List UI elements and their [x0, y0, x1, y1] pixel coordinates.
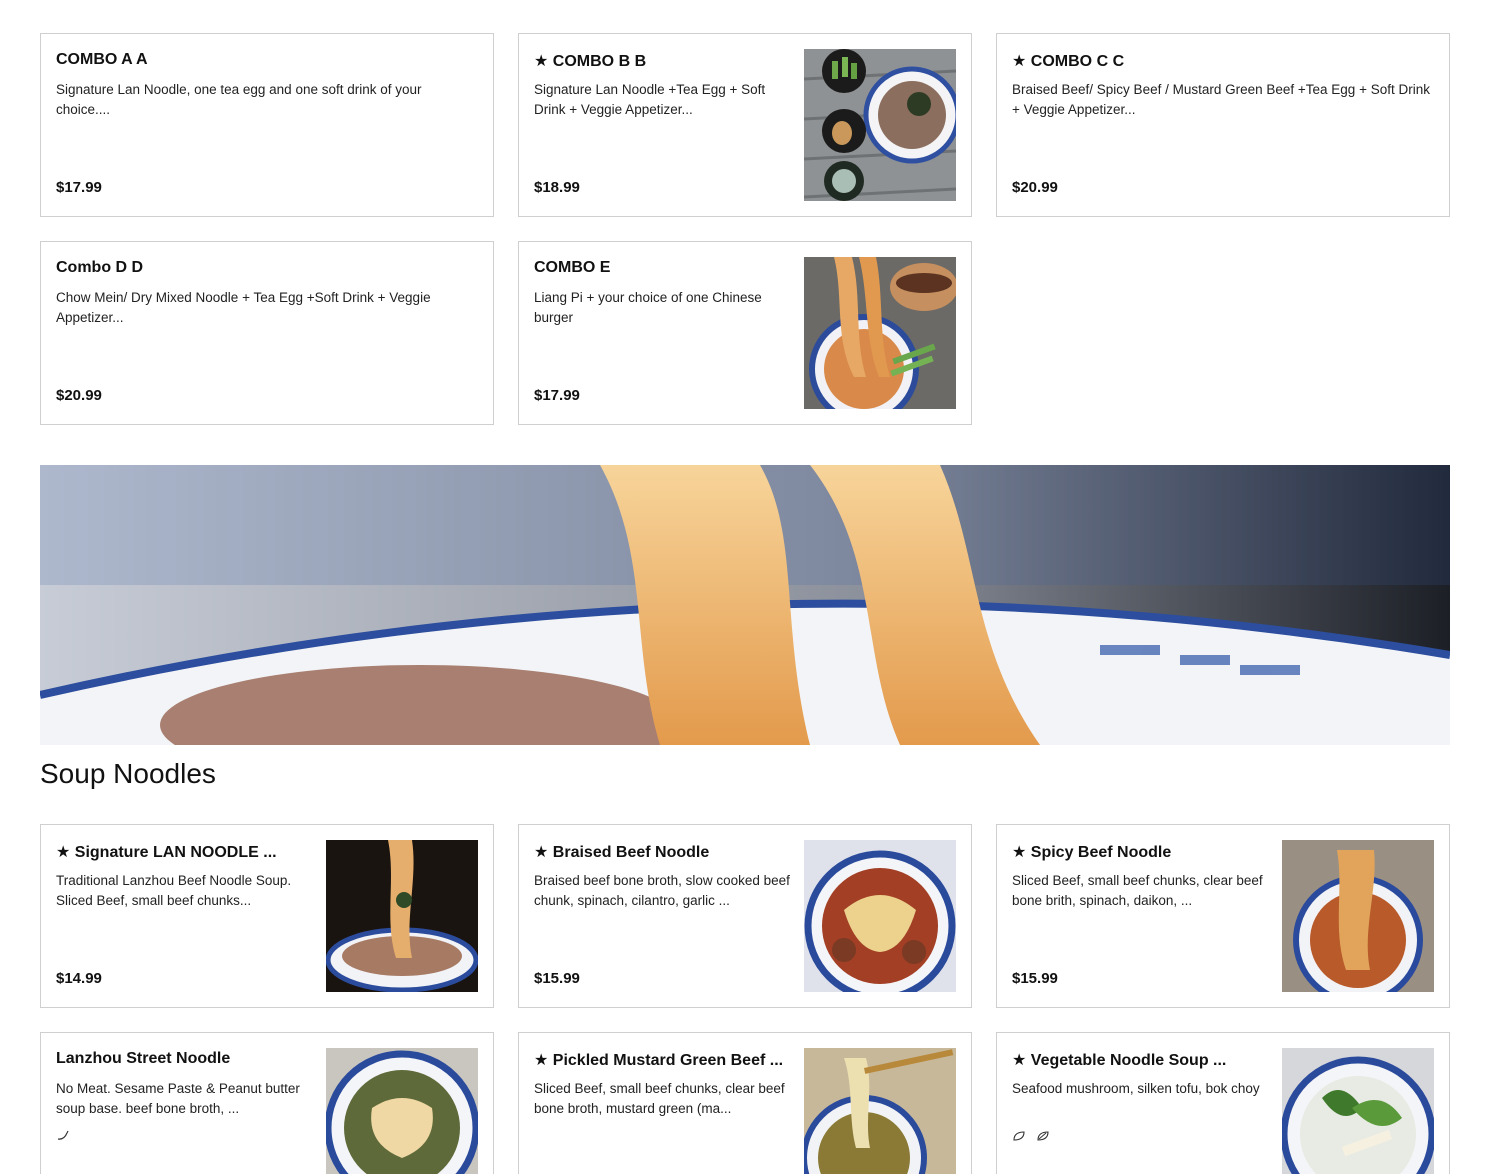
menu-item-combo-d[interactable]: Combo D D Chow Mein/ Dry Mixed Noodle + …	[40, 241, 494, 425]
soup-noodles-grid: ★ Signature LAN NOODLE ... Traditional L…	[40, 824, 1450, 1174]
menu-item-vegetable-noodle-soup[interactable]: ★ Vegetable Noodle Soup ... Seafood mush…	[996, 1032, 1450, 1174]
street-noodle-photo	[326, 1048, 478, 1174]
noodle-banner-photo	[40, 465, 1450, 745]
menu-item-combo-c[interactable]: ★ COMBO C C Braised Beef/ Spicy Beef / M…	[996, 33, 1450, 217]
item-description: Braised Beef/ Spicy Beef / Mustard Green…	[1012, 82, 1430, 117]
item-title: ★ Signature LAN NOODLE ...	[56, 844, 277, 861]
item-title: Combo D D	[56, 259, 144, 276]
item-description: Seafood mushroom, silken tofu, bok choy	[1012, 1081, 1260, 1096]
vegetable-noodle-photo	[1282, 1048, 1434, 1174]
item-description: Liang Pi + your choice of one Chinese bu…	[534, 290, 762, 325]
item-price: $15.99	[1012, 970, 1058, 987]
item-description: Signature Lan Noodle +Tea Egg + Soft Dri…	[534, 82, 766, 117]
item-description: Signature Lan Noodle, one tea egg and on…	[56, 82, 422, 117]
section-title-soup-noodles: Soup Noodles	[40, 758, 216, 789]
menu-item-pickled-mustard-green-beef[interactable]: ★ Pickled Mustard Green Beef ... Sliced …	[518, 1032, 972, 1174]
item-price: $20.99	[1012, 179, 1058, 196]
menu-item-combo-b[interactable]: ★ COMBO B B Signature Lan Noodle +Tea Eg…	[518, 33, 972, 217]
signature-noodle-photo	[326, 840, 478, 992]
item-description: Chow Mein/ Dry Mixed Noodle + Tea Egg +S…	[56, 290, 431, 325]
item-title: ★ COMBO C C	[1012, 53, 1125, 70]
item-description: Sliced Beef, small beef chunks, clear be…	[1012, 873, 1263, 908]
dietary-icons	[56, 1130, 70, 1142]
menu-item-lanzhou-street-noodle[interactable]: Lanzhou Street Noodle No Meat. Sesame Pa…	[40, 1032, 494, 1174]
combo-b-photo	[804, 49, 956, 201]
item-description: Braised beef bone broth, slow cooked bee…	[534, 873, 790, 908]
item-title: ★ Pickled Mustard Green Beef ...	[534, 1052, 784, 1069]
menu-item-spicy-beef-noodle[interactable]: ★ Spicy Beef Noodle Sliced Beef, small b…	[996, 824, 1450, 1008]
vegan-icon	[1037, 1131, 1049, 1141]
menu-item-combo-a[interactable]: COMBO A A Signature Lan Noodle, one tea …	[40, 33, 494, 217]
mustard-green-photo	[804, 1048, 956, 1174]
vegetarian-icon	[1013, 1131, 1025, 1141]
item-description: Traditional Lanzhou Beef Noodle Soup. Sl…	[56, 873, 292, 908]
combo-e-photo	[804, 257, 956, 409]
item-title: ★ Vegetable Noodle Soup ...	[1012, 1052, 1227, 1069]
item-title: ★ Spicy Beef Noodle	[1012, 844, 1172, 861]
pepper-icon	[57, 1130, 69, 1140]
item-title: COMBO A A	[56, 51, 148, 68]
dietary-icons	[1012, 1130, 1050, 1142]
item-price: $15.99	[534, 970, 580, 987]
item-price: $18.99	[534, 179, 580, 196]
item-price: $17.99	[534, 387, 580, 404]
item-title: ★ COMBO B B	[534, 53, 647, 70]
menu-item-braised-beef-noodle[interactable]: ★ Braised Beef Noodle Braised beef bone …	[518, 824, 972, 1008]
menu-item-signature-lan-noodle[interactable]: ★ Signature LAN NOODLE ... Traditional L…	[40, 824, 494, 1008]
braised-beef-photo	[804, 840, 956, 992]
item-price: $20.99	[56, 387, 102, 404]
combo-grid: COMBO A A Signature Lan Noodle, one tea …	[40, 33, 1450, 425]
item-title: Lanzhou Street Noodle	[56, 1050, 231, 1067]
item-description: No Meat. Sesame Paste & Peanut butter so…	[56, 1081, 300, 1116]
item-price: $14.99	[56, 970, 102, 987]
item-title: COMBO E	[534, 259, 611, 276]
item-price: $17.99	[56, 179, 102, 196]
menu-item-combo-e[interactable]: COMBO E Liang Pi + your choice of one Ch…	[518, 241, 972, 425]
item-description: Sliced Beef, small beef chunks, clear be…	[534, 1081, 785, 1116]
item-title: ★ Braised Beef Noodle	[534, 844, 710, 861]
spicy-beef-photo	[1282, 840, 1434, 992]
